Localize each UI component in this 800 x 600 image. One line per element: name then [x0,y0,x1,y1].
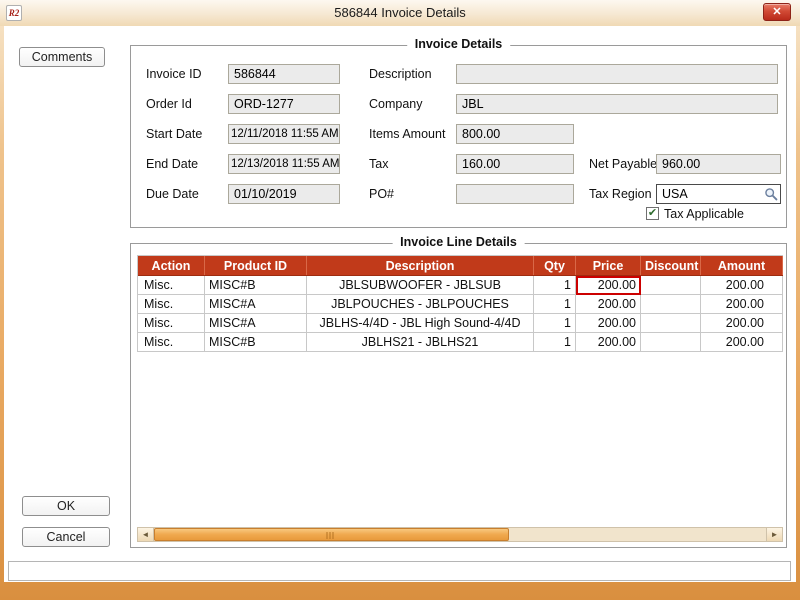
company-label: Company [369,97,423,111]
tax-label: Tax [369,157,388,171]
invoice-details-group-title: Invoice Details [407,37,511,51]
table-row[interactable]: Misc. MISC#A JBLHS-4/4D - JBL High Sound… [138,314,783,333]
cancel-button[interactable]: Cancel [22,527,110,547]
invoice-id-field: 586844 [228,64,340,84]
cell-amount[interactable]: 200.00 [701,333,783,352]
scroll-left-icon: ◄ [142,530,150,539]
po-field [456,184,574,204]
tax-region-label: Tax Region [589,187,652,201]
cell-amount[interactable]: 200.00 [701,314,783,333]
due-date-label: Due Date [146,187,199,201]
scroll-right-icon: ► [771,530,779,539]
cell-description[interactable]: JBLHS21 - JBLHS21 [307,333,534,352]
cell-price[interactable]: 200.00 [576,314,641,333]
tax-region-value: USA [662,187,688,201]
cell-qty[interactable]: 1 [534,295,576,314]
cell-discount[interactable] [641,333,701,352]
due-date-field: 01/10/2019 [228,184,340,204]
cell-qty[interactable]: 1 [534,276,576,295]
column-header-product-id[interactable]: Product ID [205,256,307,275]
cell-amount[interactable]: 200.00 [701,295,783,314]
description-label: Description [369,67,432,81]
tax-region-field[interactable]: USA [656,184,781,204]
invoice-id-label: Invoice ID [146,67,202,81]
horizontal-scrollbar[interactable]: ◄ ► [137,527,783,542]
scrollbar-thumb[interactable] [154,528,509,541]
net-payable-field: 960.00 [656,154,781,174]
invoice-details-group: Invoice Details Invoice ID 586844 Order … [130,45,787,228]
client-area: Comments OK Cancel Invoice Details Invoi… [4,26,796,582]
column-header-discount[interactable]: Discount [641,256,701,275]
line-items-table: Action Product ID Description Qty Price … [137,255,783,352]
titlebar: 586844 Invoice Details R2 ✕ [0,0,800,26]
table-header-row: Action Product ID Description Qty Price … [138,256,783,276]
cell-discount[interactable] [641,314,701,333]
cell-qty[interactable]: 1 [534,314,576,333]
column-header-amount[interactable]: Amount [701,256,783,275]
cell-product-id[interactable]: MISC#A [205,314,307,333]
column-header-qty[interactable]: Qty [534,256,576,275]
cell-qty[interactable]: 1 [534,333,576,352]
cell-product-id[interactable]: MISC#B [205,276,307,295]
scrollbar-track[interactable] [154,528,766,541]
description-field [456,64,778,84]
search-icon[interactable] [764,187,778,201]
status-bar [8,561,791,581]
tax-applicable-checkbox[interactable]: ✔ [646,207,659,220]
tax-applicable-label: Tax Applicable [664,207,744,221]
column-header-price[interactable]: Price [576,256,641,275]
close-button[interactable]: ✕ [763,3,791,21]
scroll-left-button[interactable]: ◄ [138,528,154,541]
column-header-description[interactable]: Description [307,256,534,275]
cell-price-selected[interactable]: 200.00 [576,276,641,295]
window-title: 586844 Invoice Details [0,0,800,26]
scrollbar-grip-icon [327,532,336,539]
order-id-field: ORD-1277 [228,94,340,114]
cell-product-id[interactable]: MISC#A [205,295,307,314]
end-date-label: End Date [146,157,198,171]
items-amount-label: Items Amount [369,127,445,141]
comments-button[interactable]: Comments [19,47,105,67]
items-amount-field: 800.00 [456,124,574,144]
start-date-field: 12/11/2018 11:55 AM [228,124,340,144]
po-label: PO# [369,187,394,201]
cell-description[interactable]: JBLPOUCHES - JBLPOUCHES [307,295,534,314]
cell-price[interactable]: 200.00 [576,333,641,352]
tax-field: 160.00 [456,154,574,174]
cell-product-id[interactable]: MISC#B [205,333,307,352]
app-icon: R2 [6,5,22,21]
cell-description[interactable]: JBLHS-4/4D - JBL High Sound-4/4D [307,314,534,333]
cell-price[interactable]: 200.00 [576,295,641,314]
net-payable-label: Net Payable [589,157,657,171]
close-icon: ✕ [772,6,781,18]
cell-action[interactable]: Misc. [138,333,205,352]
cell-description[interactable]: JBLSUBWOOFER - JBLSUB [307,276,534,295]
invoice-details-window: 586844 Invoice Details R2 ✕ Comments OK … [0,0,800,600]
cell-discount[interactable] [641,276,701,295]
cell-action[interactable]: Misc. [138,276,205,295]
check-icon: ✔ [647,208,658,219]
column-header-action[interactable]: Action [138,256,205,275]
cell-amount[interactable]: 200.00 [701,276,783,295]
table-row[interactable]: Misc. MISC#B JBLHS21 - JBLHS21 1 200.00 … [138,333,783,352]
table-row[interactable]: Misc. MISC#B JBLSUBWOOFER - JBLSUB 1 200… [138,276,783,295]
company-field: JBL [456,94,778,114]
table-row[interactable]: Misc. MISC#A JBLPOUCHES - JBLPOUCHES 1 2… [138,295,783,314]
scroll-right-button[interactable]: ► [766,528,782,541]
end-date-field: 12/13/2018 11:55 AM [228,154,340,174]
invoice-line-details-group-title: Invoice Line Details [392,235,525,249]
cell-discount[interactable] [641,295,701,314]
ok-button[interactable]: OK [22,496,110,516]
invoice-line-details-group: Invoice Line Details Action Product ID D… [130,243,787,548]
cell-action[interactable]: Misc. [138,295,205,314]
order-id-label: Order Id [146,97,192,111]
cell-action[interactable]: Misc. [138,314,205,333]
start-date-label: Start Date [146,127,202,141]
